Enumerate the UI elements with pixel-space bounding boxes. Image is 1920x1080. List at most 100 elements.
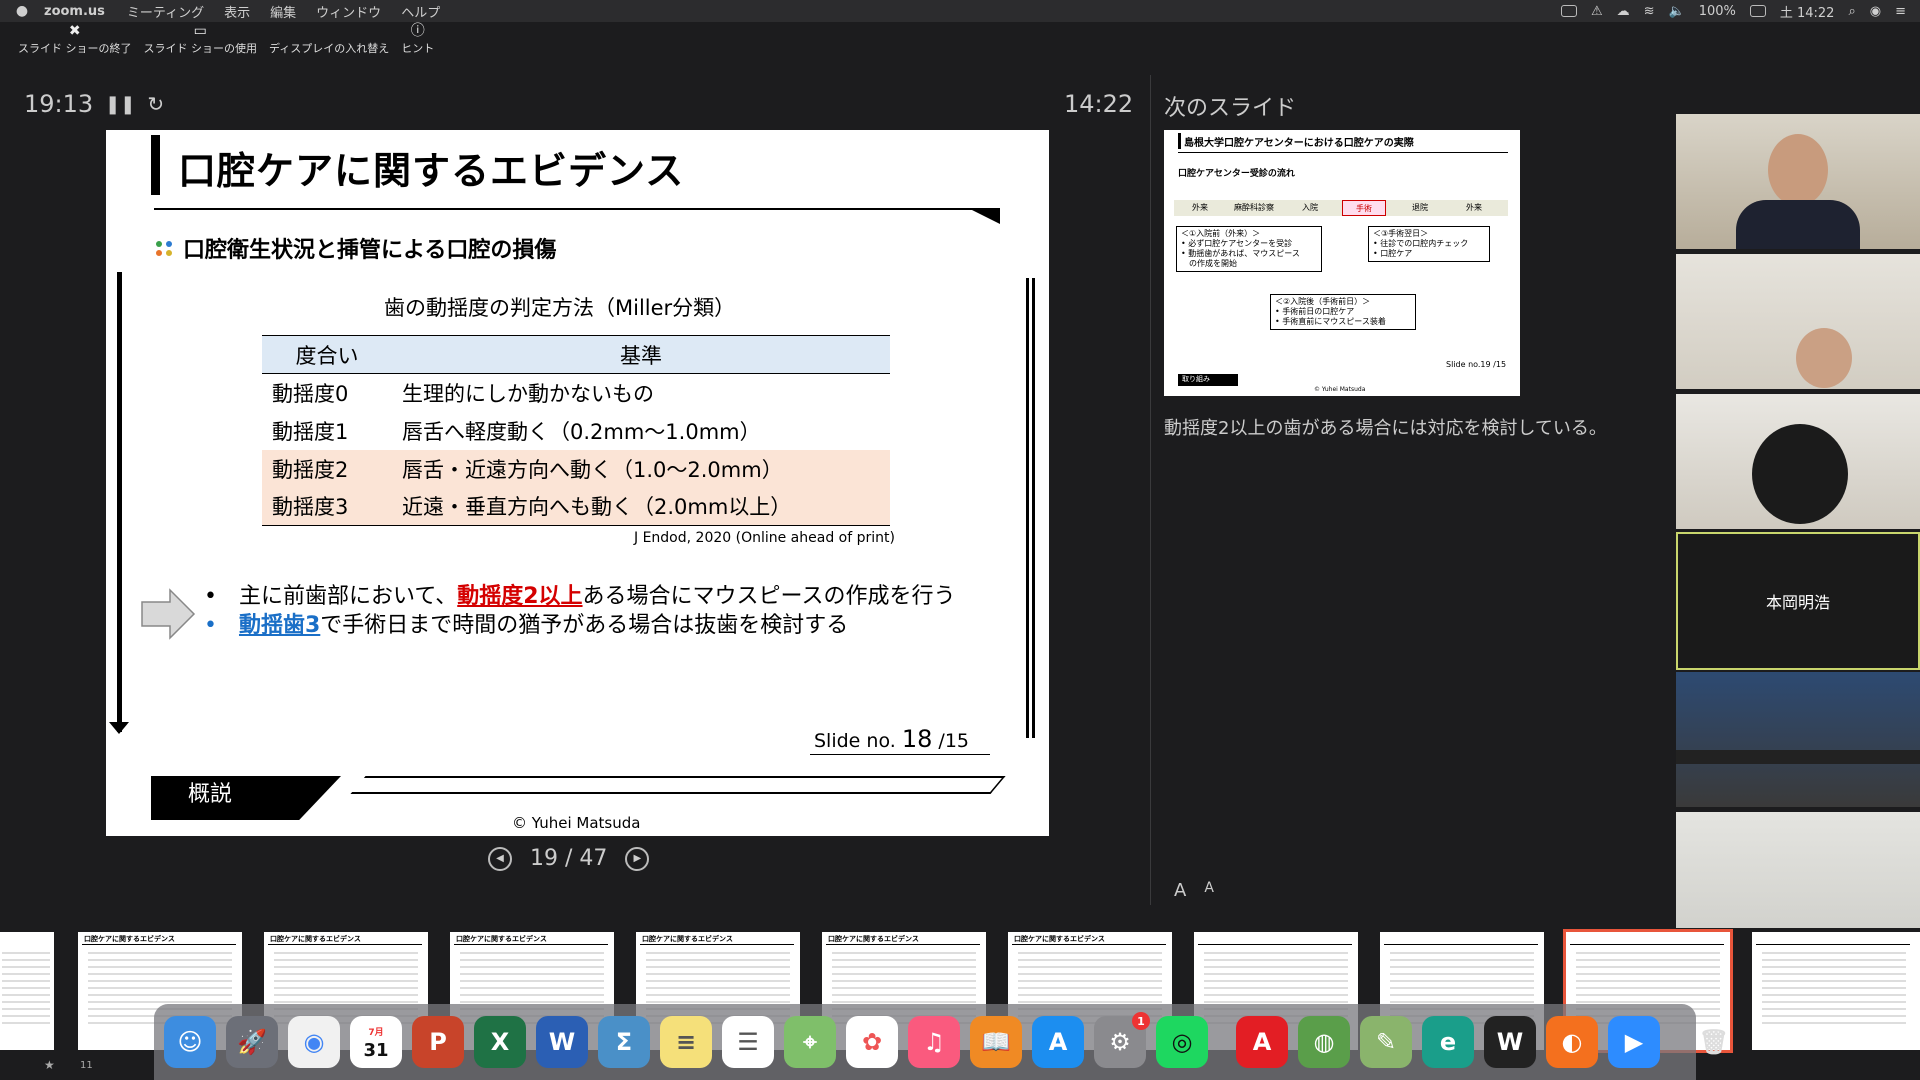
speaker-note: 動揺度2以上の歯がある場合には対応を検討している。 bbox=[1164, 418, 1607, 439]
next-slide-subtitle: 口腔ケアセンター受診の流れ bbox=[1178, 169, 1295, 179]
launchpad-icon[interactable]: 🚀 bbox=[226, 1016, 278, 1068]
table-header: 基準 bbox=[392, 335, 890, 374]
grade-cell: 動揺度3 bbox=[262, 487, 392, 526]
video-tile[interactable] bbox=[1676, 812, 1920, 946]
calendar-icon[interactable]: 7月 31 bbox=[350, 1016, 402, 1068]
right-border-line bbox=[1032, 278, 1035, 738]
increase-font-button[interactable]: A bbox=[1174, 880, 1186, 901]
script-editor-icon[interactable]: ✎ bbox=[1360, 1016, 1412, 1068]
menu-meeting[interactable]: ミーティング bbox=[127, 2, 204, 21]
flow-step: 麻酔科診察 bbox=[1234, 203, 1274, 212]
citation: J Endod, 2020 (Online ahead of print) bbox=[634, 530, 895, 546]
spotify-icon[interactable]: ◎ bbox=[1156, 1016, 1208, 1068]
reset-icon[interactable]: ↻ bbox=[147, 92, 164, 116]
pause-icon[interactable]: ❚❚ bbox=[105, 94, 135, 115]
down-arrow-icon bbox=[109, 722, 129, 734]
menu-edit[interactable]: 編集 bbox=[270, 2, 296, 21]
flow-step: 退院 bbox=[1412, 203, 1428, 212]
title-wedge bbox=[972, 210, 1000, 224]
search-icon[interactable]: ⌕ bbox=[1848, 4, 1855, 19]
globe-app-icon[interactable]: ◍ bbox=[1298, 1016, 1350, 1068]
books-icon[interactable]: 📖 bbox=[970, 1016, 1022, 1068]
pane-divider[interactable] bbox=[1150, 75, 1151, 905]
table-header: 度合い bbox=[262, 335, 392, 374]
screen-record-icon[interactable] bbox=[1560, 5, 1577, 17]
next-slide-preview[interactable]: 島根大学口腔ケアセンターにおける口腔ケアの実際 口腔ケアセンター受診の流れ 外来… bbox=[1164, 130, 1520, 396]
table-row: 動揺度0 生理的にしか動かないもの bbox=[262, 374, 890, 412]
slide-copyright: © Yuhei Matsuda bbox=[512, 814, 641, 832]
footer-slant bbox=[350, 776, 1006, 794]
flow-step: 外来 bbox=[1466, 203, 1482, 212]
finder-icon[interactable]: ☺ bbox=[164, 1016, 216, 1068]
slide-number: Slide no. 18 /15 bbox=[814, 725, 969, 753]
settings-icon[interactable]: ⚙ 1 bbox=[1094, 1012, 1150, 1068]
reminders-icon[interactable]: ☰ bbox=[722, 1016, 774, 1068]
webex-icon[interactable]: W bbox=[1484, 1016, 1536, 1068]
bullet-list: • 主に前歯部において、動揺度2以上ある場合にマウスピースの作成を行う • 動揺… bbox=[204, 582, 955, 640]
next-slide-button[interactable]: ▶ bbox=[625, 846, 650, 871]
word-icon[interactable]: W bbox=[536, 1016, 588, 1068]
list-item: • 主に前歯部において、動揺度2以上ある場合にマウスピースの作成を行う bbox=[204, 584, 956, 609]
music-icon[interactable]: ♫ bbox=[908, 1016, 960, 1068]
maps-icon[interactable]: ⌖ bbox=[784, 1016, 836, 1068]
math-icon[interactable]: Σ bbox=[598, 1016, 650, 1068]
battery-percent[interactable]: 100% bbox=[1699, 4, 1736, 19]
participant-name: 本岡明浩 bbox=[1765, 593, 1830, 612]
next-slide-title: 島根大学口腔ケアセンターにおける口腔ケアの実際 bbox=[1184, 138, 1414, 149]
menu-view[interactable]: 表示 bbox=[224, 2, 250, 21]
prev-slide-button[interactable]: ◀ bbox=[488, 846, 512, 871]
flow-box: ＜②入院後（手術前日）＞ • 手術前日の口腔ケア • 手術直前にマウスピース装着 bbox=[1270, 294, 1416, 330]
next-slide-number: Slide no.19 /15 bbox=[1446, 360, 1507, 369]
use-slideshow-button[interactable]: ▭ スライド ショーの使用 bbox=[144, 22, 258, 62]
current-slide[interactable]: 口腔ケアに関するエビデンス 口腔衛生状況と挿管による口腔の損傷 歯の動揺度の判定… bbox=[106, 130, 1049, 836]
control-center-icon[interactable]: ≡ bbox=[1895, 4, 1906, 19]
cloud-icon[interactable]: ☁ bbox=[1617, 4, 1630, 19]
evernote-icon[interactable]: e bbox=[1422, 1016, 1474, 1068]
video-tile[interactable] bbox=[1676, 394, 1920, 529]
grade-cell: 動揺度1 bbox=[272, 419, 349, 444]
photos-icon[interactable]: ✿ bbox=[846, 1016, 898, 1068]
warning-icon[interactable]: ⚠ bbox=[1591, 4, 1603, 19]
next-slide-label: 次のスライド bbox=[1164, 96, 1297, 121]
hint-button[interactable]: ⓘ ヒント bbox=[401, 22, 434, 62]
presenter-toolbar: ✖ スライド ショーの終了 ▭ スライド ショーの使用 ディスプレイの入れ替え ⓘ ヒ… bbox=[0, 22, 1920, 62]
menu-help[interactable]: ヘルプ bbox=[401, 2, 440, 21]
video-tile-named[interactable]: 本岡明浩 bbox=[1676, 532, 1920, 670]
slide-thumbnail[interactable] bbox=[1752, 932, 1920, 1050]
excel-icon[interactable]: X bbox=[474, 1016, 526, 1068]
chrome-icon[interactable]: ◉ bbox=[288, 1016, 340, 1068]
menu-clock[interactable]: 土 14:22 bbox=[1780, 2, 1835, 21]
apple-menu-icon[interactable]: ● bbox=[0, 3, 44, 19]
end-slideshow-button[interactable]: ✖ スライド ショーの終了 bbox=[18, 22, 132, 62]
firefox-icon[interactable]: ◐ bbox=[1546, 1016, 1598, 1068]
list-item: • 動揺歯3で手術日まで時間の猶予がある場合は抜歯を検討する bbox=[204, 613, 849, 638]
next-slide-copyright: © Yuhei Matsuda bbox=[1314, 386, 1366, 393]
video-tile[interactable] bbox=[1676, 672, 1920, 807]
video-tile[interactable] bbox=[1676, 114, 1920, 249]
table-row: 動揺度3 近遠・垂直方向へも動く（2.0mm以上） bbox=[262, 487, 890, 526]
powerpoint-icon[interactable]: P bbox=[412, 1016, 464, 1068]
footer-band bbox=[151, 776, 341, 820]
slide-thumbnail[interactable] bbox=[0, 932, 54, 1050]
next-slide-footer: 取り組み bbox=[1178, 374, 1238, 386]
video-tile[interactable] bbox=[1676, 254, 1920, 389]
volume-icon[interactable]: 🔈 bbox=[1669, 4, 1685, 19]
menu-window[interactable]: ウィンドウ bbox=[316, 2, 381, 21]
decrease-font-button[interactable]: A bbox=[1204, 880, 1214, 901]
slide-number-underline bbox=[810, 754, 990, 755]
grade-cell: 動揺度0 bbox=[272, 381, 349, 406]
appstore-icon[interactable]: A bbox=[1032, 1016, 1084, 1068]
slide-title: 口腔ケアに関するエビデンス bbox=[178, 149, 685, 193]
flow-box: ＜①入院前（外来）＞ • 必ず口腔ケアセンターを受診 • 動揺歯があれば、マウス… bbox=[1176, 226, 1322, 272]
siri-icon[interactable]: ◉ bbox=[1870, 4, 1881, 19]
wifi-icon[interactable]: ≋ bbox=[1644, 4, 1655, 19]
menu-app-name[interactable]: zoom.us bbox=[44, 4, 105, 19]
notes-icon[interactable]: ≡ bbox=[660, 1016, 712, 1068]
swap-display-button[interactable]: ディスプレイの入れ替え bbox=[269, 22, 389, 62]
battery-icon[interactable] bbox=[1749, 5, 1766, 17]
zoom-icon[interactable]: ▶ bbox=[1608, 1016, 1660, 1068]
dots-icon bbox=[156, 240, 173, 256]
desc-cell: 近遠・垂直方向へも動く（2.0mm以上） bbox=[392, 487, 890, 526]
acrobat-icon[interactable]: A bbox=[1236, 1016, 1288, 1068]
trash-icon[interactable]: 🗑 bbox=[1688, 1016, 1740, 1068]
